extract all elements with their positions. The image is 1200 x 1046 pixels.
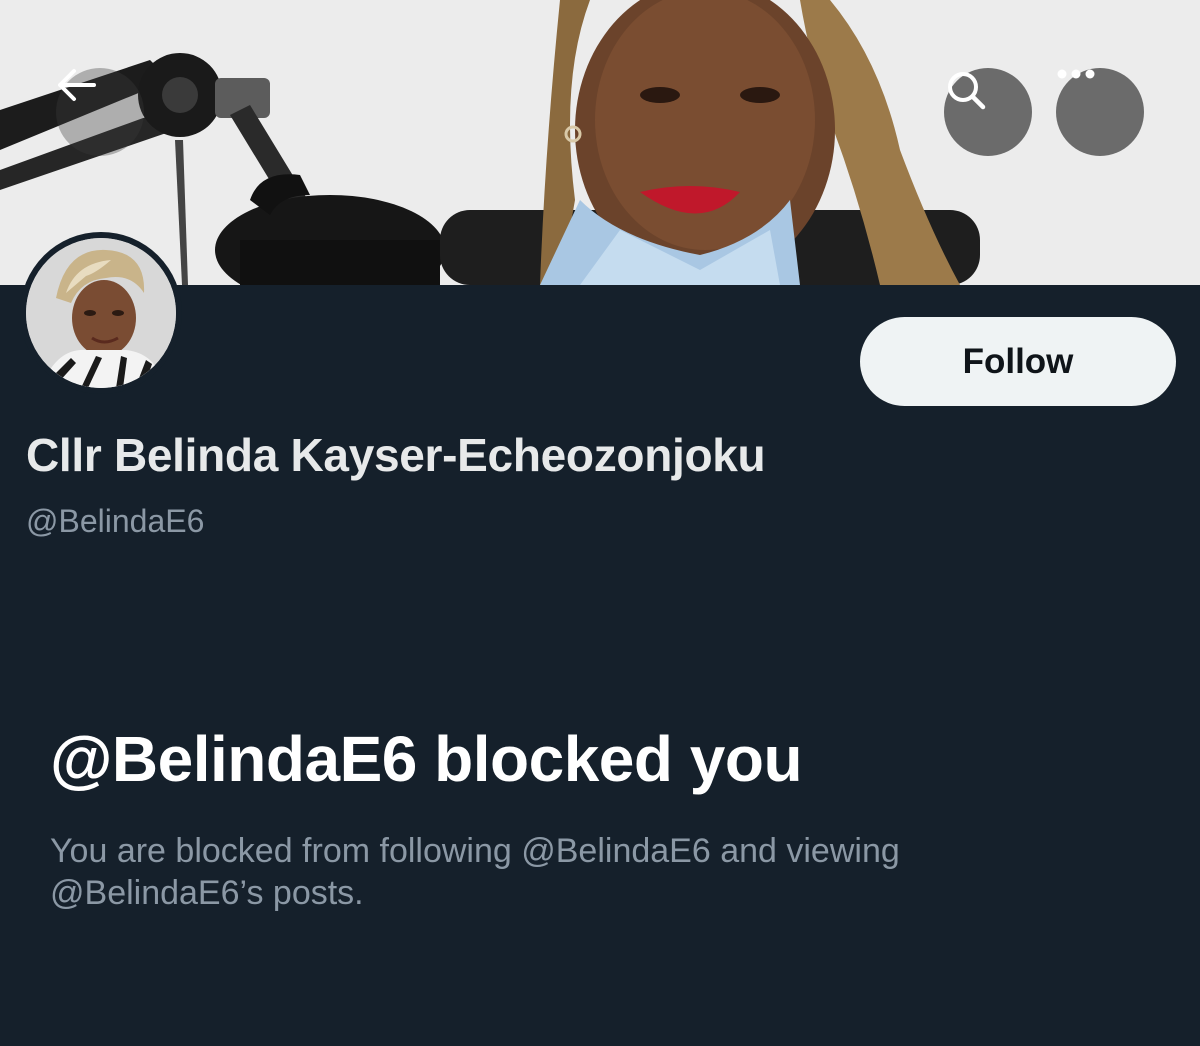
arrow-left-icon: [58, 69, 96, 101]
search-icon: [948, 72, 986, 110]
avatar[interactable]: [20, 232, 182, 394]
back-button[interactable]: [56, 68, 144, 156]
more-horizontal-icon: [1057, 69, 1095, 79]
display-name: Cllr Belinda Kayser-Echeozonjoku: [26, 429, 766, 481]
avatar-image: [26, 238, 176, 388]
follow-button[interactable]: Follow: [860, 317, 1176, 406]
blocked-title: @BelindaE6 blocked you: [50, 723, 803, 795]
banner-image: [0, 0, 1200, 285]
more-options-button[interactable]: [1056, 68, 1144, 156]
search-button[interactable]: [944, 68, 1032, 156]
blocked-description: You are blocked from following @BelindaE…: [50, 832, 900, 912]
profile-handle: @BelindaE6: [26, 503, 205, 539]
profile-banner: [0, 0, 1200, 285]
profile-page: Follow Cllr Belinda Kayser-Echeozonjoku …: [0, 0, 1200, 1046]
